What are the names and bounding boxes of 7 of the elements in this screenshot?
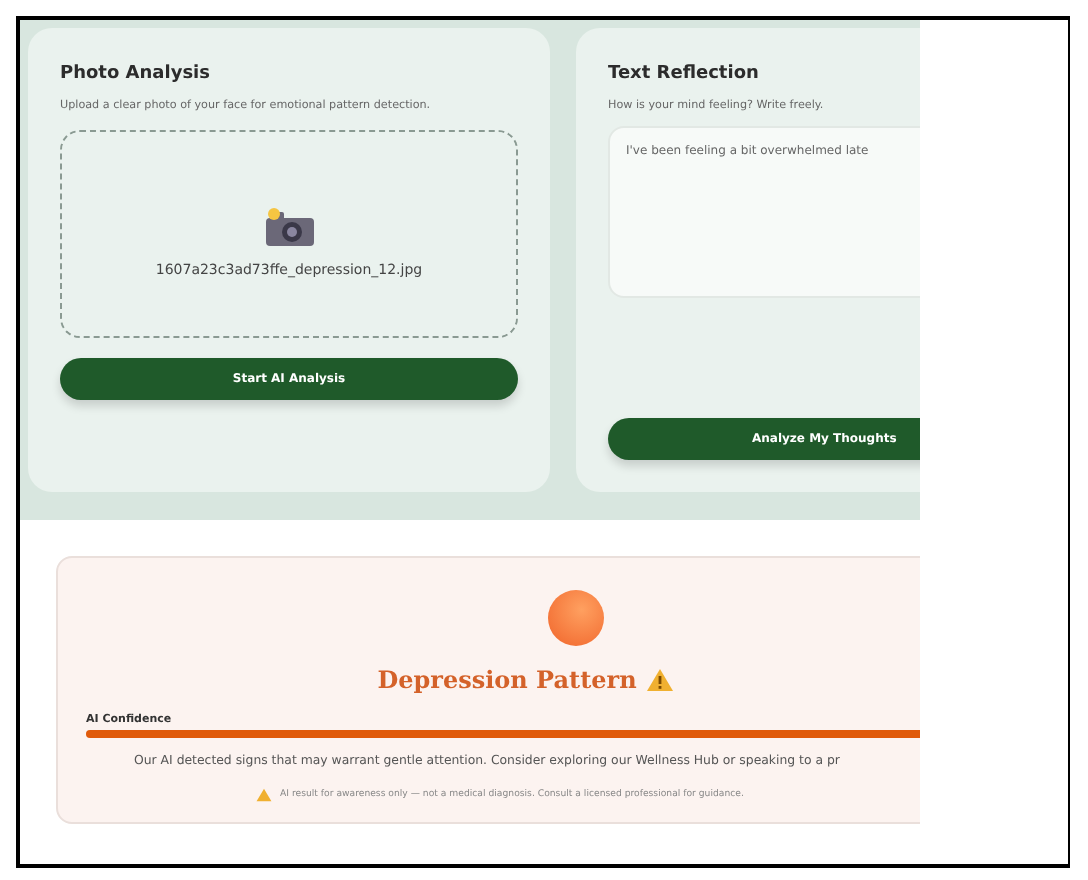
result-title: Depression Pattern — [377, 666, 637, 694]
card-title: Photo Analysis — [60, 64, 213, 84]
camera-icon — [263, 207, 315, 247]
card-title: Text Reflection — [608, 64, 761, 84]
status-orb-icon — [548, 590, 604, 646]
warning-icon — [256, 788, 272, 802]
warning-icon — [646, 668, 675, 692]
